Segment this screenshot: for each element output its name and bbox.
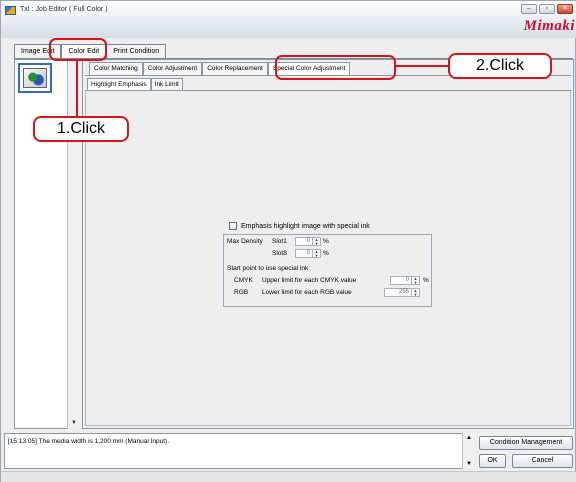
spinner-arrows-icon[interactable]: ▲ ▼ xyxy=(312,250,320,257)
cmyk-percent: % xyxy=(423,277,429,284)
condition-management-button[interactable]: Condition Management xyxy=(479,436,573,450)
cmyk-value: 0 xyxy=(405,277,409,283)
log-scrollbar[interactable]: ▲ ▼ xyxy=(462,433,474,469)
brand-logo: Mimaki xyxy=(523,18,575,34)
status-bar xyxy=(1,471,576,482)
step2-highlight-ring xyxy=(275,55,396,80)
cmyk-label: CMYK xyxy=(234,277,253,284)
rgb-spinner[interactable]: 255 ▲ ▼ xyxy=(384,288,420,297)
minimize-button[interactable]: – xyxy=(521,4,537,14)
start-point-label: Start point to use special ink xyxy=(227,265,309,272)
tab-color-replacement[interactable]: Color Replacement xyxy=(202,62,268,75)
slot1-label: Slot1 xyxy=(272,238,287,245)
cancel-button[interactable]: Cancel xyxy=(512,454,573,468)
title-bar: TxI : Job Editor ( Full Color ) – ▫ ✕ Mi… xyxy=(1,1,576,38)
slot1-percent: % xyxy=(323,238,329,245)
log-message: [15:13:05] The media width is 1,200 mm (… xyxy=(8,438,170,445)
step1-callout: 1.Click xyxy=(33,116,129,142)
rgb-description: Lower limit for each RGB value xyxy=(262,289,352,296)
tab-color-adjustment[interactable]: Color Adjustment xyxy=(142,62,203,75)
scroll-down-icon[interactable]: ▼ xyxy=(466,461,472,467)
emphasis-label: Emphasis highlight image with special in… xyxy=(241,222,370,230)
spinner-arrows-icon[interactable]: ▲ ▼ xyxy=(411,289,419,296)
spinner-arrows-icon[interactable]: ▲ ▼ xyxy=(312,238,320,245)
rgb-label: RGB xyxy=(234,289,249,296)
window-controls: – ▫ ✕ xyxy=(521,4,573,14)
slot8-label: Slot8 xyxy=(272,250,287,257)
cmyk-description: Upper limit for each CMYK value xyxy=(262,277,357,284)
tab-highlight-emphasis[interactable]: Highlight Emphasis xyxy=(87,78,151,90)
message-log: [15:13:05] The media width is 1,200 mm (… xyxy=(4,433,474,469)
emphasis-row: Emphasis highlight image with special in… xyxy=(229,222,370,230)
special-tab-bar: Highlight Emphasis Ink Limit xyxy=(87,78,183,90)
rgb-value: 255 xyxy=(398,289,409,295)
slot1-spinner[interactable]: 0 ▲ ▼ xyxy=(295,237,321,246)
thumbnail-scrollbar[interactable]: ▼ xyxy=(67,59,82,429)
image-thumbnail[interactable] xyxy=(18,63,52,93)
scroll-up-icon[interactable]: ▲ xyxy=(466,435,472,441)
tab-print-condition[interactable]: Print Condition xyxy=(106,44,167,58)
emphasis-checkbox[interactable] xyxy=(229,222,237,230)
step2-leader-line xyxy=(396,65,448,67)
tab-ink-limit[interactable]: Ink Limit xyxy=(150,78,183,90)
slot8-spinner[interactable]: 0 ▲ ▼ xyxy=(295,249,321,258)
slot1-value: 0 xyxy=(306,238,310,244)
window-title: TxI : Job Editor ( Full Color ) xyxy=(20,6,108,13)
scroll-down-icon[interactable]: ▼ xyxy=(71,420,77,426)
max-density-label: Max Density xyxy=(227,238,263,245)
cmyk-spinner[interactable]: 0 ▲ ▼ xyxy=(390,276,420,285)
slot8-percent: % xyxy=(323,250,329,257)
ok-button[interactable]: OK xyxy=(479,454,506,468)
step1-leader-line xyxy=(76,61,78,116)
spinner-arrows-icon[interactable]: ▲ ▼ xyxy=(411,277,419,284)
density-settings-box: Max Density Slot1 0 ▲ ▼ % Slot8 0 ▲ ▼ % St… xyxy=(223,234,432,307)
app-icon xyxy=(5,6,16,15)
step1-highlight-ring xyxy=(49,38,107,61)
slot8-value: 0 xyxy=(306,250,310,256)
thumbnail-image xyxy=(23,68,47,88)
tab-color-matching[interactable]: Color Matching xyxy=(89,62,143,75)
close-button[interactable]: ✕ xyxy=(557,4,573,14)
step2-callout: 2.Click xyxy=(448,53,552,79)
maximize-button[interactable]: ▫ xyxy=(539,4,555,14)
